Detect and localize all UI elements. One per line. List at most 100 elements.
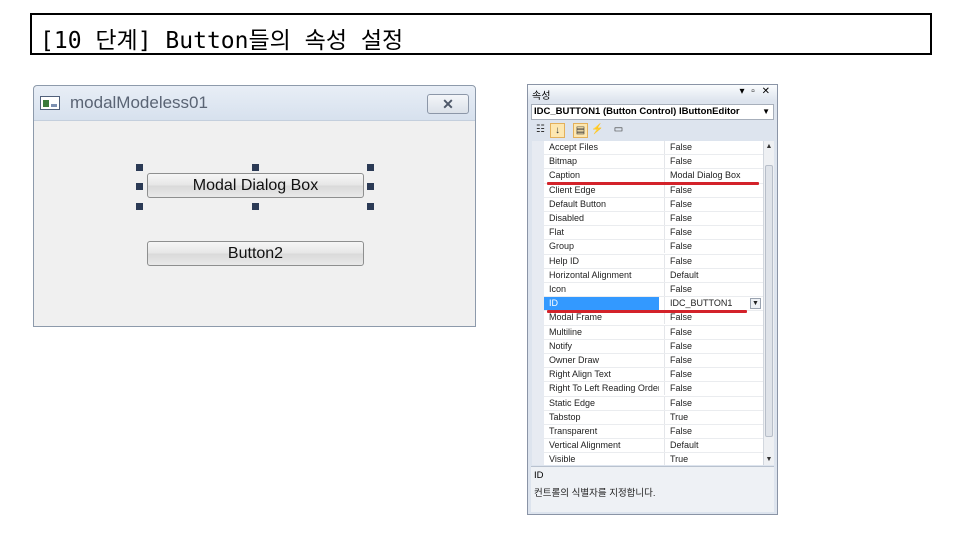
property-row[interactable]: Right Align Text False [544,368,763,383]
property-value[interactable]: False [664,339,763,353]
property-value[interactable]: False [664,325,763,339]
property-name: Multiline [549,326,583,337]
property-value[interactable]: False [664,141,763,154]
description-title: ID [534,470,544,481]
properties-toolbar: ☷ ↓ ▤ ⚡ ▭ [531,122,774,140]
property-value[interactable]: Default [664,439,763,453]
properties-icon[interactable]: ▤ [573,123,588,138]
property-row[interactable]: Visible True [544,453,763,465]
app-icon [40,96,60,110]
properties-title: 속성 [532,91,551,102]
property-value[interactable]: False [664,368,763,382]
dialog-window: modalModeless01 ✕ Modal Dialog Box Butto… [33,85,476,327]
modal-dialog-box-button[interactable]: Modal Dialog Box [147,173,364,198]
property-value[interactable]: False [664,212,763,225]
resize-handle-sw[interactable] [136,203,143,210]
property-value[interactable]: False [664,240,763,254]
categorized-icon[interactable]: ☷ [533,123,548,138]
property-name: Group [549,241,575,252]
property-row[interactable]: Notify False [544,339,763,354]
property-row[interactable]: Disabled False [544,212,763,227]
dialog-titlebar[interactable]: modalModeless01 ✕ [34,86,475,121]
property-name: Disabled [549,213,585,223]
property-value[interactable]: Default [664,268,763,282]
property-value[interactable]: False [664,382,763,396]
property-row[interactable]: Icon False [544,283,763,298]
property-value[interactable]: False [664,425,763,438]
property-value[interactable]: False [664,311,763,325]
property-name: Right Align Text [549,369,611,380]
slide-title-box: [10 단계] Button들의 속성 설정 [30,13,932,55]
property-name: ID [544,297,659,311]
property-value[interactable]: False [664,254,763,268]
resize-handle-n[interactable] [252,164,259,171]
property-row[interactable]: Owner Draw False [544,354,763,369]
property-name: Modal Frame [549,312,603,323]
resize-handle-w[interactable] [136,183,143,190]
property-name: Bitmap [549,156,578,167]
resize-handle-s[interactable] [252,203,259,210]
property-value[interactable]: False [664,283,763,296]
button-label: Button2 [227,245,284,262]
button-label: Modal Dialog Box [192,177,319,194]
id-highlight-line [547,310,747,313]
property-value[interactable]: False [664,183,763,197]
property-name: Client Edge [549,184,596,195]
grid-margin [532,141,544,465]
property-name: Horizontal Alignment [549,269,632,280]
resize-handle-e[interactable] [367,183,374,190]
property-name: Accept Files [549,142,599,152]
object-selector-value: IDC_BUTTON1 (Button Control) IButtonEdit… [534,106,740,117]
resize-handle-ne[interactable] [367,164,374,171]
property-row[interactable]: Group False [544,240,763,255]
property-grid: Accept Files False Bitmap False Caption Modal… [532,141,763,465]
property-value[interactable]: False [664,226,763,240]
property-row[interactable]: Vertical Alignment Default [544,439,763,454]
property-value[interactable]: IDC_BUTTON1 [664,297,763,311]
resize-handle-nw[interactable] [136,164,143,171]
property-name: Help ID [549,255,580,266]
vertical-scrollbar[interactable]: ▲ ▼ [763,141,774,465]
property-name: Visible [549,454,576,465]
property-value[interactable]: Modal Dialog Box [664,169,763,183]
property-value[interactable]: False [664,155,763,169]
property-row[interactable]: Static Edge False [544,396,763,411]
property-row[interactable]: Flat False [544,226,763,241]
dialog-title: modalModeless01 [70,93,208,112]
button2[interactable]: Button2 [147,241,364,266]
property-value[interactable]: False [664,197,763,211]
property-name: Default Button [549,198,607,209]
scroll-thumb[interactable] [765,165,773,437]
property-row[interactable]: Bitmap False [544,155,763,170]
events-icon[interactable]: ⚡ [590,123,605,138]
property-row[interactable]: Default Button False [544,197,763,212]
property-row[interactable]: Modal Frame False [544,311,763,326]
dropdown-arrow-icon[interactable]: ▼ [750,298,761,310]
property-row[interactable]: Client Edge False [544,183,763,198]
property-name: Flat [549,227,565,238]
property-row[interactable]: Horizontal Alignment Default [544,268,763,283]
alphabetical-icon[interactable]: ↓ [550,123,565,138]
property-row[interactable]: Accept Files False [544,141,763,156]
property-value[interactable]: True [664,410,763,424]
property-row[interactable]: Multiline False [544,325,763,340]
slide-title: [10 단계] Button들의 속성 설정 [40,28,404,54]
property-row[interactable]: Tabstop True [544,410,763,425]
property-name: Static Edge [549,397,596,408]
property-pages-icon[interactable]: ▭ [611,123,626,138]
resize-handle-se[interactable] [367,203,374,210]
property-value[interactable]: False [664,354,763,367]
scroll-down-icon[interactable]: ▼ [764,454,774,465]
property-row[interactable]: Help ID False [544,254,763,269]
chevron-down-icon: ▼ [762,107,770,116]
panel-controls[interactable]: ▾ ▫ ✕ [740,86,773,97]
description-text: 컨트롤의 식별자를 지정합니다. [534,488,656,499]
scroll-up-icon[interactable]: ▲ [764,141,774,152]
property-value[interactable]: False [664,396,763,410]
object-selector[interactable]: IDC_BUTTON1 (Button Control) IButtonEdit… [531,104,774,120]
property-name: Icon [549,284,567,294]
close-button[interactable]: ✕ [427,94,469,114]
property-value[interactable]: True [664,453,763,465]
property-row[interactable]: Right To Left Reading Order False [544,382,763,397]
property-row[interactable]: Transparent False [544,425,763,440]
